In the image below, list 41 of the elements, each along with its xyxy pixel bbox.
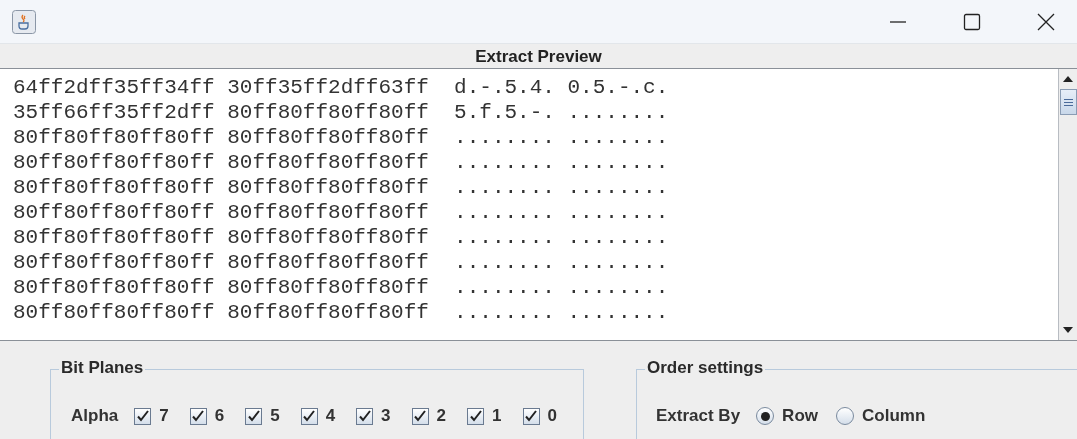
hex-line: 80ff80ff80ff80ff 80ff80ff80ff80ff ........ ........ <box>13 175 670 200</box>
bit-label[interactable]: 2 <box>436 406 447 426</box>
hex-line: 80ff80ff80ff80ff 80ff80ff80ff80ff ........ ........ <box>13 200 670 225</box>
close-icon[interactable] <box>1037 12 1055 31</box>
channel-label: Alpha <box>71 406 119 426</box>
bit-label[interactable]: 7 <box>159 406 169 426</box>
bit-label[interactable]: 0 <box>547 406 557 426</box>
checkbox[interactable] <box>134 407 152 425</box>
bit-label[interactable]: 3 <box>381 406 391 426</box>
checkbox[interactable] <box>467 407 485 425</box>
checkbox[interactable] <box>411 407 429 425</box>
scroll-down-icon[interactable] <box>1062 326 1074 334</box>
checkbox[interactable] <box>245 407 263 425</box>
checkbox[interactable] <box>189 407 207 425</box>
scrollbar[interactable] <box>1058 69 1077 340</box>
bit-label[interactable]: 6 <box>214 406 225 426</box>
hex-line: 64ff2dff35ff34ff 30ff35ff2dff63ff d.-.5.4. 0.5.-.c. <box>13 75 670 100</box>
hex-line: 80ff80ff80ff80ff 80ff80ff80ff80ff ........ ........ <box>13 300 670 325</box>
checkbox[interactable] <box>300 407 318 425</box>
radio-button[interactable] <box>756 407 775 425</box>
bit-label[interactable]: 1 <box>492 406 502 426</box>
radio-label[interactable]: Row <box>782 406 818 426</box>
scroll-thumb[interactable] <box>1059 89 1077 115</box>
hex-line: 80ff80ff80ff80ff 80ff80ff80ff80ff ........ ........ <box>13 225 670 250</box>
hex-line: 80ff80ff80ff80ff 80ff80ff80ff80ff ........ ........ <box>13 125 670 150</box>
hex-line: 80ff80ff80ff80ff 80ff80ff80ff80ff ........ ........ <box>13 250 670 275</box>
scroll-up-icon[interactable] <box>1062 75 1074 83</box>
coffee-cup-icon <box>12 9 36 34</box>
hex-line: 80ff80ff80ff80ff 80ff80ff80ff80ff ........ ........ <box>13 275 670 300</box>
preview-title: Extract Preview <box>474 46 603 68</box>
radio-button[interactable] <box>836 407 854 425</box>
radio-label[interactable]: Column <box>862 406 926 426</box>
extract-by-label: Extract By <box>656 406 741 426</box>
hex-line: 80ff80ff80ff80ff 80ff80ff80ff80ff ........ ........ <box>13 150 670 175</box>
group-title: Order settings <box>645 358 766 378</box>
bit-label[interactable]: 5 <box>270 406 280 426</box>
checkbox[interactable] <box>356 407 374 425</box>
checkbox[interactable] <box>522 407 540 425</box>
maximize-icon[interactable] <box>963 12 981 31</box>
bit-label[interactable]: 4 <box>325 406 336 426</box>
hex-line: 35ff66ff35ff2dff 80ff80ff80ff80ff 5.f.5.-. ........ <box>13 100 670 125</box>
